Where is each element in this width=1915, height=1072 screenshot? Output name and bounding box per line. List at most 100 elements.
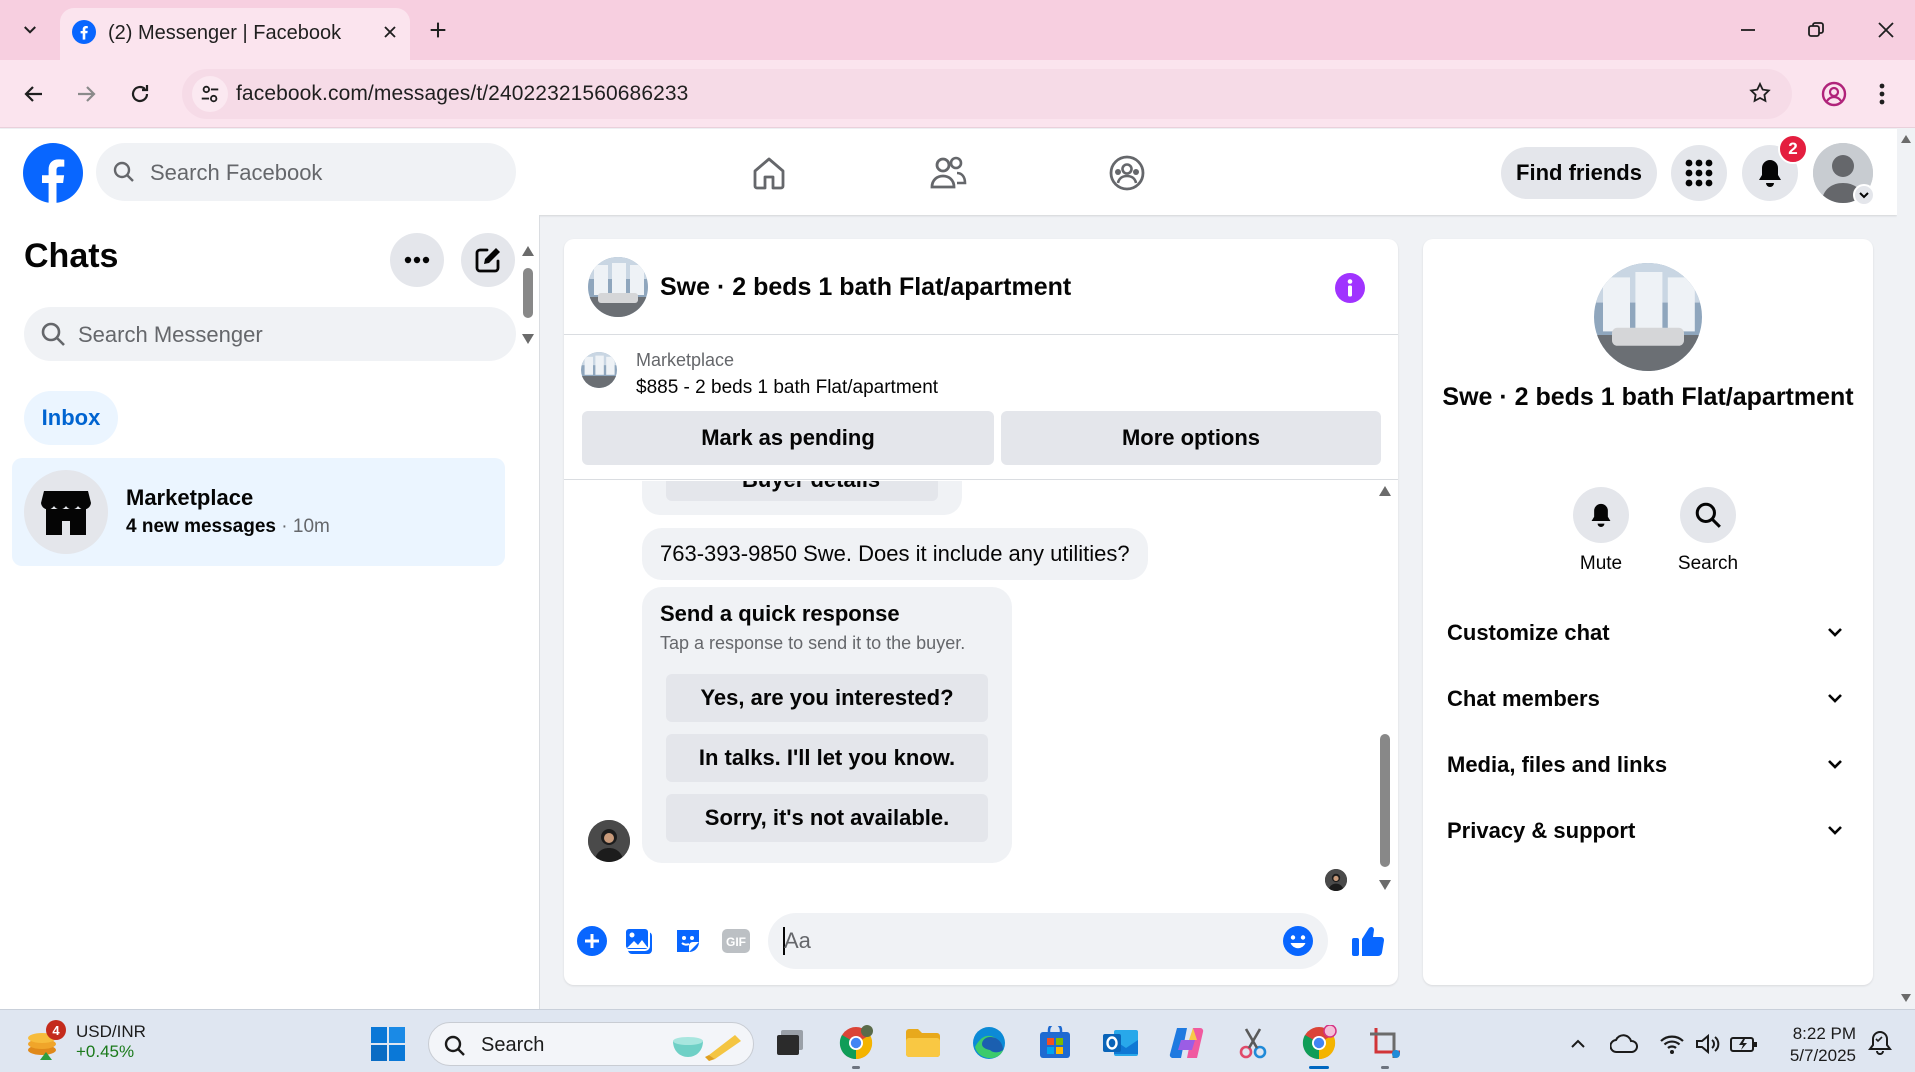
attach-photo-button[interactable] — [622, 923, 658, 959]
facebook-top-bar: Search Facebook Find friends — [0, 129, 1897, 215]
taskbar-app-chrome[interactable] — [1299, 1024, 1339, 1062]
start-button[interactable] — [370, 1026, 406, 1062]
listing-thumbnail[interactable] — [581, 352, 617, 388]
scroll-down-arrow-icon[interactable] — [1900, 993, 1912, 1003]
taskbar-app-outlook[interactable] — [1101, 1024, 1141, 1062]
scroll-down-arrow-icon[interactable] — [1378, 879, 1392, 891]
address-bar[interactable]: facebook.com/messages/t/2402232156068623… — [182, 69, 1792, 119]
messenger-search[interactable]: Search Messenger — [24, 307, 516, 361]
forward-button[interactable] — [68, 76, 104, 112]
more-actions-button[interactable] — [574, 923, 610, 959]
scroll-up-arrow-icon[interactable] — [1900, 134, 1912, 144]
tab-inbox[interactable]: Inbox — [24, 391, 118, 445]
new-message-button[interactable] — [461, 233, 515, 287]
outlook-icon — [1103, 1030, 1138, 1056]
chat-list-scrollbar-thumb[interactable] — [523, 268, 533, 318]
chats-title: Chats — [24, 237, 119, 275]
listing-price-title[interactable]: $885 - 2 beds 1 bath Flat/apartment — [636, 377, 938, 399]
browser-profile-button[interactable] — [1816, 76, 1852, 112]
taskbar-app-edge[interactable] — [969, 1024, 1009, 1062]
taskbar-app-snipping-tool[interactable] — [1233, 1024, 1273, 1062]
section-chat-members[interactable]: Chat members — [1435, 670, 1861, 726]
taskbar-app-crop-tool[interactable] — [1365, 1024, 1405, 1062]
section-media-files-links[interactable]: Media, files and links — [1435, 736, 1861, 792]
mute-button[interactable] — [1573, 487, 1629, 543]
plus-icon — [430, 22, 446, 38]
listing-avatar[interactable] — [588, 257, 648, 317]
scroll-down-arrow-icon[interactable] — [521, 333, 535, 345]
quick-response-option-2[interactable]: In talks. I'll let you know. — [666, 734, 988, 782]
taskbar-app-copilot[interactable] — [1167, 1024, 1207, 1062]
facebook-logo-icon[interactable] — [23, 143, 83, 203]
conversation-item-marketplace[interactable]: Marketplace 4 new messages · 10m — [12, 458, 505, 566]
chrome-icon — [1302, 1025, 1337, 1060]
tab-close-button[interactable] — [380, 22, 400, 42]
taskbar-app-chrome-profile[interactable] — [836, 1024, 876, 1062]
more-options-button[interactable]: More options — [1001, 411, 1381, 465]
task-view-icon — [777, 1030, 803, 1055]
bookmark-button[interactable] — [1748, 81, 1772, 105]
back-button[interactable] — [16, 76, 52, 112]
chats-options-button[interactable] — [390, 233, 444, 287]
browser-tab-active[interactable]: (2) Messenger | Facebook — [60, 8, 410, 60]
nav-home[interactable] — [747, 153, 791, 193]
account-menu-caret[interactable] — [1853, 184, 1875, 206]
listing-profile-photo[interactable] — [1594, 263, 1702, 371]
groups-icon — [1109, 155, 1145, 191]
browser-menu-button[interactable] — [1868, 76, 1896, 112]
nav-friends[interactable] — [926, 153, 970, 193]
conversation-info-button[interactable] — [1334, 272, 1366, 304]
facebook-search[interactable]: Search Facebook — [96, 143, 516, 201]
taskbar-app-task-view[interactable] — [770, 1024, 810, 1062]
sender-avatar[interactable] — [588, 820, 630, 862]
battery-tray-icon[interactable] — [1730, 1030, 1758, 1058]
taskbar-app-file-explorer[interactable] — [903, 1024, 943, 1062]
gif-button[interactable]: GIF — [718, 923, 754, 959]
app-active-indicator — [1309, 1066, 1329, 1069]
restore-button[interactable] — [1796, 12, 1836, 48]
send-like-button[interactable] — [1350, 923, 1386, 959]
emoji-icon — [1283, 926, 1313, 956]
tab-search-button[interactable] — [12, 12, 48, 48]
site-info-button[interactable] — [192, 76, 228, 112]
message-input-box[interactable] — [768, 913, 1328, 969]
search-action[interactable]: Search — [1663, 487, 1753, 575]
menu-button[interactable] — [1671, 145, 1727, 201]
mark-as-pending-button[interactable]: Mark as pending — [582, 411, 994, 465]
show-hidden-icons-button[interactable] — [1564, 1030, 1592, 1058]
more-vertical-icon — [1879, 83, 1885, 105]
section-privacy-support[interactable]: Privacy & support — [1435, 802, 1861, 858]
system-clock[interactable]: 8:22 PM 5/7/2025 — [1770, 1023, 1856, 1067]
quick-response-option-3[interactable]: Sorry, it's not available. — [666, 794, 988, 842]
section-customize-chat[interactable]: Customize chat — [1435, 604, 1861, 660]
tab-title: (2) Messenger | Facebook — [108, 22, 342, 44]
details-title: Swe · 2 beds 1 bath Flat/apartment — [1442, 383, 1854, 411]
scroll-up-arrow-icon[interactable] — [521, 245, 535, 257]
gif-icon: GIF — [722, 929, 750, 953]
mute-action[interactable]: Mute — [1556, 487, 1646, 575]
reload-button[interactable] — [122, 76, 158, 112]
conversation-details-panel: Swe · 2 beds 1 bath Flat/apartment Mute … — [1423, 239, 1873, 985]
emoji-button[interactable] — [1282, 925, 1314, 957]
nav-groups[interactable] — [1105, 153, 1149, 193]
taskbar-search[interactable]: Search — [428, 1022, 754, 1066]
search-in-conversation-button[interactable] — [1680, 487, 1736, 543]
quick-response-option-1[interactable]: Yes, are you interested? — [666, 674, 988, 722]
thread-scrollbar-thumb[interactable] — [1380, 734, 1390, 867]
wifi-tray-icon[interactable] — [1658, 1030, 1686, 1058]
onedrive-tray-icon[interactable] — [1610, 1030, 1638, 1058]
scroll-up-arrow-icon[interactable] — [1378, 485, 1392, 497]
message-input[interactable] — [784, 923, 1264, 959]
bell-icon — [1591, 503, 1611, 527]
new-tab-button[interactable] — [422, 14, 454, 46]
minimize-button[interactable] — [1728, 12, 1768, 48]
find-friends-button[interactable]: Find friends — [1501, 147, 1657, 199]
close-window-button[interactable] — [1866, 12, 1906, 48]
sticker-button[interactable] — [670, 923, 706, 959]
notification-center-button[interactable] — [1868, 1030, 1892, 1056]
apartment-photo-icon — [588, 257, 648, 317]
volume-tray-icon[interactable] — [1694, 1030, 1722, 1058]
page-scrollbar[interactable] — [1897, 129, 1915, 1009]
ticker-widget[interactable]: USD/INR +0.45% — [76, 1022, 146, 1062]
taskbar-app-store[interactable] — [1035, 1024, 1075, 1062]
